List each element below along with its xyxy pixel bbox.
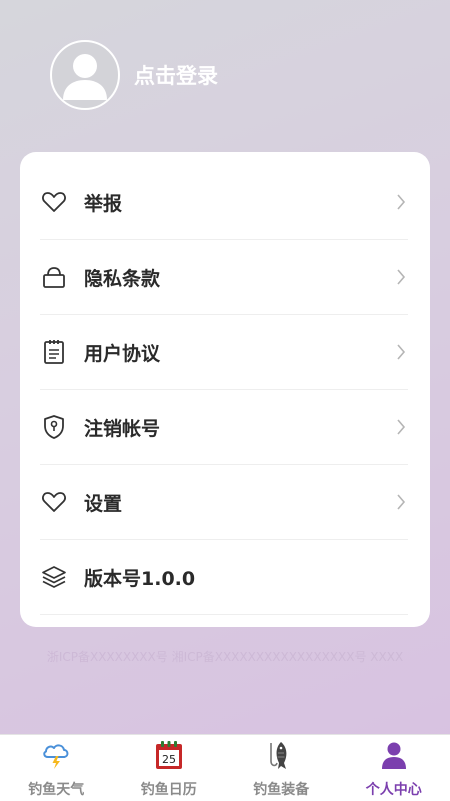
user-silhouette-icon [52, 42, 118, 108]
menu-item-label: 隐私条款 [84, 264, 394, 291]
clipboard-icon [40, 338, 68, 366]
profile-header[interactable]: 点击登录 [50, 40, 218, 110]
chevron-right-icon [394, 417, 408, 437]
menu-item-version: 版本号1.0.0 [40, 540, 408, 615]
menu-item-label: 注销帐号 [84, 414, 394, 441]
tab-fishing-weather[interactable]: 钓鱼天气 [0, 735, 113, 801]
bag-icon [40, 263, 68, 291]
menu-item-delete-account[interactable]: 注销帐号 [40, 390, 408, 465]
heart-icon [40, 488, 68, 516]
tab-label: 钓鱼日历 [141, 779, 197, 799]
calendar-day: 25 [162, 753, 176, 766]
tab-personal-center[interactable]: 个人中心 [338, 735, 450, 801]
menu-item-label: 设置 [84, 489, 394, 516]
bottom-tab-bar: 钓鱼天气 25 钓鱼日历 钓鱼装备 [0, 734, 450, 801]
tab-label: 钓鱼装备 [253, 779, 309, 799]
calendar-icon: 25 [153, 739, 185, 771]
menu-item-report[interactable]: 举报 [40, 165, 408, 240]
menu-item-label: 举报 [84, 189, 394, 216]
shield-icon [40, 413, 68, 441]
menu-item-settings[interactable]: 设置 [40, 465, 408, 540]
menu-card: 举报 隐私条款 用户协议 注销帐号 设置 [20, 152, 430, 627]
menu-item-label: 用户协议 [84, 339, 394, 366]
tab-label: 钓鱼天气 [28, 779, 84, 799]
menu-item-user-agreement[interactable]: 用户协议 [40, 315, 408, 390]
heart-icon [40, 188, 68, 216]
tab-fishing-gear[interactable]: 钓鱼装备 [225, 735, 338, 801]
menu-item-privacy[interactable]: 隐私条款 [40, 240, 408, 315]
chevron-right-icon [394, 267, 408, 287]
weather-icon [40, 739, 72, 771]
fish-icon [265, 739, 297, 771]
person-icon [378, 739, 410, 771]
tab-fishing-calendar[interactable]: 25 钓鱼日历 [113, 735, 226, 801]
tab-label: 个人中心 [366, 779, 422, 799]
chevron-right-icon [394, 342, 408, 362]
login-label[interactable]: 点击登录 [134, 60, 218, 90]
avatar[interactable] [50, 40, 120, 110]
layers-icon [40, 563, 68, 591]
chevron-right-icon [394, 192, 408, 212]
footer-note: 浙ICP备XXXXXXXX号 湘ICP备XXXXXXXXXXXXXXXXX号 X… [0, 648, 450, 665]
version-label: 版本号1.0.0 [84, 564, 408, 591]
chevron-right-icon [394, 492, 408, 512]
